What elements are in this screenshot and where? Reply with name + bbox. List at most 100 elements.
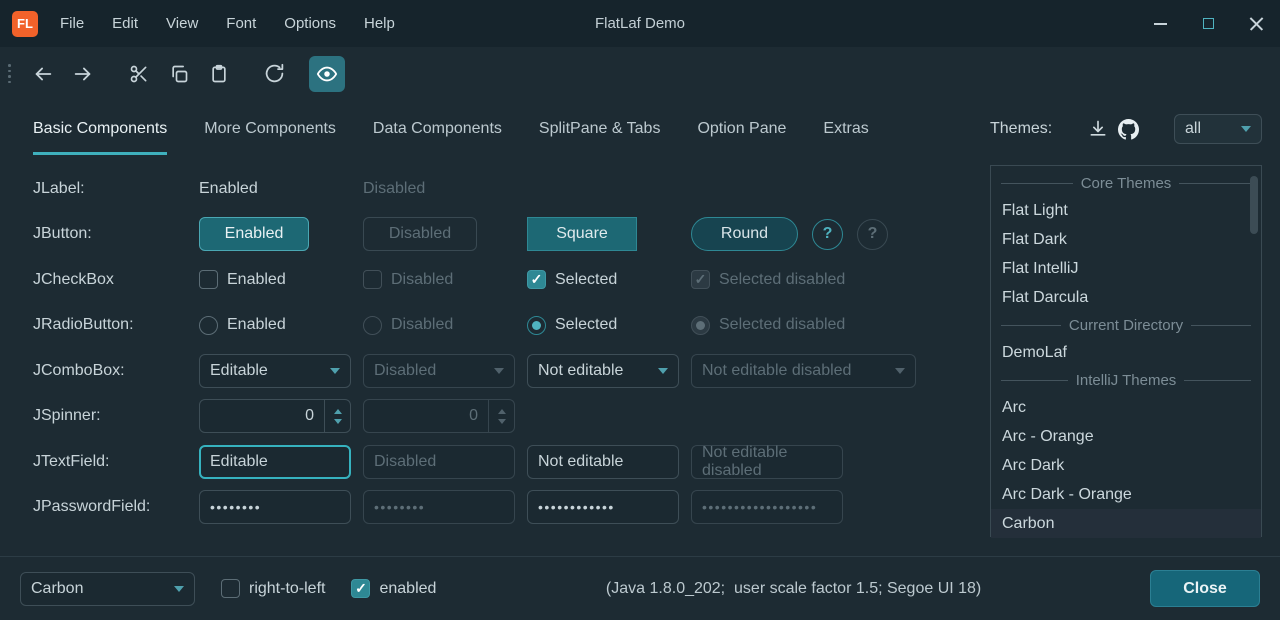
- jcombobox-row: JComboBox: Editable Disabled Not editabl…: [0, 348, 980, 394]
- tab-basic-components[interactable]: Basic Components: [33, 100, 167, 158]
- environment-info: (Java 1.8.0_202; user scale factor 1.5; …: [606, 580, 981, 598]
- jcheckbox-row: JCheckBox Enabled Disabled Selected Sele…: [0, 257, 980, 303]
- help-button-disabled: ?: [857, 219, 888, 250]
- maximize-button[interactable]: [1184, 0, 1232, 47]
- menu-view[interactable]: View: [152, 9, 212, 38]
- themes-filter-value: all: [1185, 120, 1201, 138]
- titlebar: FlatLaf Demo FL File Edit View Font Opti…: [0, 0, 1280, 47]
- radio-selected-disabled: Selected disabled: [691, 316, 980, 335]
- textfield-disabled: Disabled: [363, 445, 515, 479]
- label-enabled: Enabled: [199, 180, 258, 197]
- scrollbar-thumb[interactable]: [1250, 176, 1258, 234]
- chevron-down-icon: [494, 368, 504, 374]
- radio-enabled[interactable]: Enabled: [199, 316, 363, 335]
- themes-label: Themes:: [990, 120, 1052, 138]
- help-button[interactable]: ?: [812, 219, 843, 250]
- label-disabled: Disabled: [363, 180, 425, 197]
- theme-separator: Current Directory: [991, 312, 1261, 338]
- radio-selected[interactable]: Selected: [527, 316, 691, 335]
- show-hidden-toggle-button[interactable]: [309, 56, 345, 92]
- jpasswordfield-row-label: JPasswordField:: [33, 498, 199, 516]
- jradiobutton-row: JRadioButton: Enabled Disabled Selected …: [0, 303, 980, 349]
- combobox-not-editable[interactable]: Not editable: [527, 354, 679, 388]
- theme-item-carbon[interactable]: Carbon: [991, 509, 1261, 538]
- theme-item-arc-orange[interactable]: Arc - Orange: [991, 422, 1261, 451]
- textfield-not-editable-disabled: Not editable disabled: [691, 445, 843, 479]
- copy-button[interactable]: [159, 56, 199, 92]
- passwordfield-not-editable[interactable]: ••••••••••••: [527, 490, 679, 524]
- jtextfield-row: JTextField: Editable Disabled Not editab…: [0, 439, 980, 485]
- basic-components-panel: JLabel: Enabled Disabled JButton: Enable…: [0, 166, 980, 530]
- spinner-value[interactable]: 0: [200, 407, 324, 425]
- menu-help[interactable]: Help: [350, 9, 409, 38]
- theme-item-demolaf[interactable]: DemoLaf: [991, 338, 1261, 367]
- theme-item-flat-light[interactable]: Flat Light: [991, 196, 1261, 225]
- paste-button[interactable]: [199, 56, 239, 92]
- cut-button[interactable]: [119, 56, 159, 92]
- checkbox-selected[interactable]: Selected: [527, 270, 691, 289]
- tab-splitpane-tabs[interactable]: SplitPane & Tabs: [539, 100, 661, 158]
- jradiobutton-row-label: JRadioButton:: [33, 316, 199, 334]
- spinner-down-icon: [498, 419, 506, 424]
- theme-item-flat-darcula[interactable]: Flat Darcula: [991, 283, 1261, 312]
- github-button[interactable]: [1113, 114, 1143, 144]
- themes-filter-combobox[interactable]: all: [1174, 114, 1262, 144]
- jpasswordfield-row: JPasswordField: •••••••• •••••••• ••••••…: [0, 485, 980, 531]
- themes-header: Themes: all: [990, 100, 1262, 158]
- close-icon: [1249, 16, 1264, 31]
- passwordfield-disabled: ••••••••: [363, 490, 515, 524]
- button-enabled[interactable]: Enabled: [199, 217, 309, 251]
- button-round[interactable]: Round: [691, 217, 798, 251]
- back-button[interactable]: [23, 56, 63, 92]
- refresh-button[interactable]: [255, 56, 295, 92]
- enabled-checkbox[interactable]: enabled: [351, 579, 436, 598]
- tab-more-components[interactable]: More Components: [204, 100, 336, 158]
- jcheckbox-row-label: JCheckBox: [33, 271, 199, 289]
- tab-data-components[interactable]: Data Components: [373, 100, 502, 158]
- spinner-buttons[interactable]: [324, 400, 350, 432]
- theme-separator: IntelliJ Themes: [991, 367, 1261, 393]
- chevron-down-icon: [895, 368, 905, 374]
- jbutton-row-label: JButton:: [33, 225, 199, 243]
- spinner-enabled[interactable]: 0: [199, 399, 351, 433]
- theme-combobox[interactable]: Carbon: [20, 572, 195, 606]
- checkbox-checked-icon: [691, 270, 710, 289]
- tab-option-pane[interactable]: Option Pane: [697, 100, 786, 158]
- close-window-button[interactable]: [1232, 0, 1280, 47]
- tab-extras[interactable]: Extras: [823, 100, 868, 158]
- theme-item-flat-dark[interactable]: Flat Dark: [991, 225, 1261, 254]
- chevron-down-icon: [658, 368, 668, 374]
- checkbox-enabled[interactable]: Enabled: [199, 270, 363, 289]
- theme-item-arc-dark[interactable]: Arc Dark: [991, 451, 1261, 480]
- jbutton-row: JButton: Enabled Disabled Square Round ?…: [0, 212, 980, 258]
- menu-options[interactable]: Options: [270, 9, 350, 38]
- chevron-down-icon: [1241, 126, 1251, 132]
- minimize-button[interactable]: [1136, 0, 1184, 47]
- spinner-disabled: 0: [363, 399, 515, 433]
- download-themes-button[interactable]: [1083, 114, 1113, 144]
- combobox-editable[interactable]: Editable: [199, 354, 351, 388]
- textfield-editable[interactable]: Editable: [199, 445, 351, 479]
- button-square[interactable]: Square: [527, 217, 637, 251]
- spinner-buttons: [488, 400, 514, 432]
- theme-item-arc-dark-orange[interactable]: Arc Dark - Orange: [991, 480, 1261, 509]
- toolbar-grip[interactable]: [8, 64, 11, 83]
- menu-edit[interactable]: Edit: [98, 9, 152, 38]
- forward-button[interactable]: [63, 56, 103, 92]
- theme-item-flat-intellij[interactable]: Flat IntelliJ: [991, 254, 1261, 283]
- radio-disabled: Disabled: [363, 316, 527, 335]
- close-button[interactable]: Close: [1150, 570, 1260, 607]
- spinner-down-icon[interactable]: [334, 419, 342, 424]
- refresh-icon: [264, 63, 285, 84]
- menu-font[interactable]: Font: [212, 9, 270, 38]
- theme-item-arc[interactable]: Arc: [991, 393, 1261, 422]
- passwordfield-editable[interactable]: ••••••••: [199, 490, 351, 524]
- forward-arrow-icon: [72, 63, 94, 85]
- spinner-up-icon[interactable]: [334, 409, 342, 414]
- menu-file[interactable]: File: [46, 9, 98, 38]
- download-icon: [1088, 119, 1108, 139]
- textfield-not-editable[interactable]: Not editable: [527, 445, 679, 479]
- radio-icon: [363, 316, 382, 335]
- right-to-left-checkbox[interactable]: right-to-left: [221, 579, 325, 598]
- radio-icon: [199, 316, 218, 335]
